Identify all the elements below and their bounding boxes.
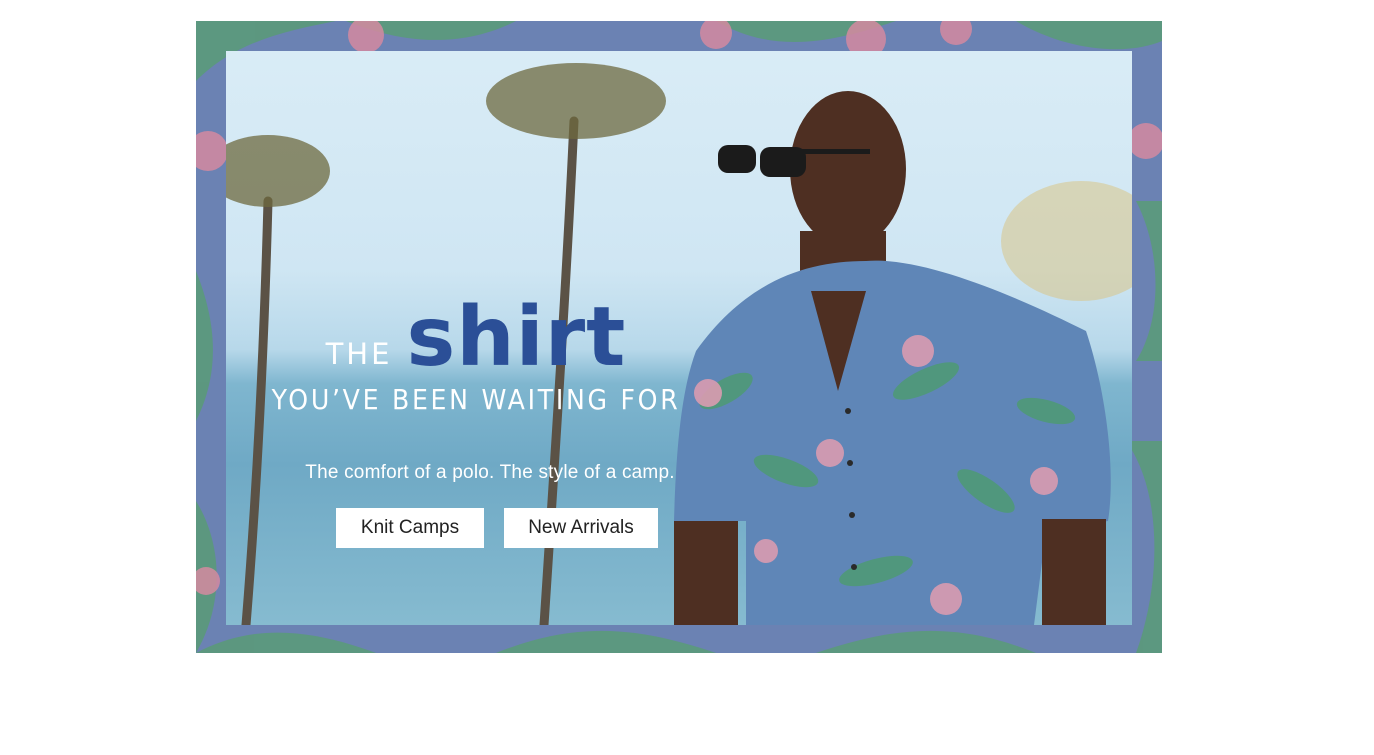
headline-the: THE [325, 337, 393, 371]
tagline: The comfort of a polo. The style of a ca… [305, 462, 675, 483]
knit-camps-button[interactable]: Knit Camps [336, 508, 484, 548]
new-arrivals-button[interactable]: New Arrivals [504, 508, 658, 548]
hero-banner[interactable]: THE shirt YOU’VE BEEN WAITING FOR The co… [196, 21, 1162, 653]
headline-shirt: shirt [406, 290, 627, 385]
headline-subtitle: YOU’VE BEEN WAITING FOR [271, 383, 681, 416]
hero-photo: THE shirt YOU’VE BEEN WAITING FOR The co… [226, 51, 1132, 625]
headline: THE shirt YOU’VE BEEN WAITING FOR [226, 290, 726, 417]
